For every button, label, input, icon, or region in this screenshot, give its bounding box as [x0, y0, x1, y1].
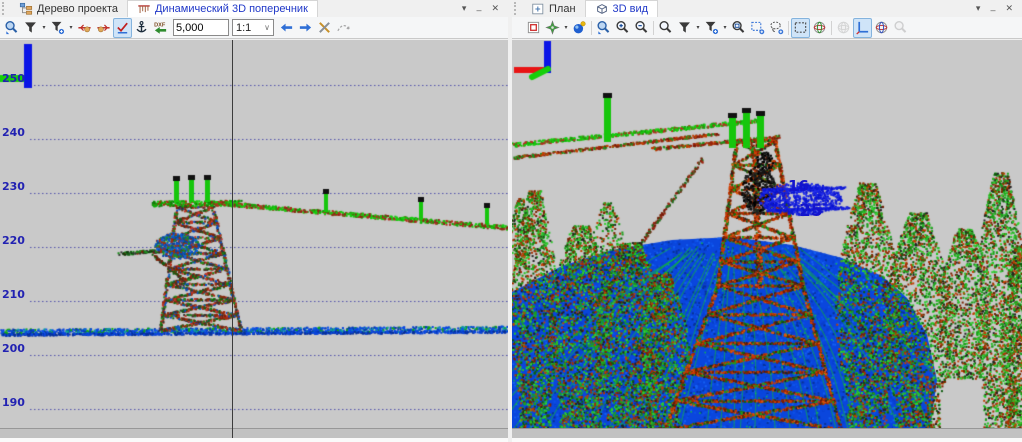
view-3d-canvas[interactable] [512, 40, 1022, 429]
application-window: Дерево проекта Динамический 3D поперечни… [0, 0, 1022, 442]
section-cursor-line[interactable] [232, 40, 233, 438]
point-display-icon[interactable] [570, 18, 589, 38]
smoothing-curve-icon[interactable] [334, 18, 353, 38]
minimize-icon[interactable]: – [990, 6, 995, 15]
view-3d-tabbar: План 3D вид ▾ – ✕ [512, 0, 1022, 17]
zoom-in-icon[interactable] [613, 18, 632, 38]
zoom-selection-icon[interactable] [729, 18, 748, 38]
annotation-label: 16 [788, 177, 809, 195]
tab-dynamic-cross-section[interactable]: Динамический 3D поперечник [127, 0, 318, 17]
scale-ratio-value: 1:1 [236, 22, 251, 34]
view-3d-panel: План 3D вид ▾ – ✕ ▾▾▾ 1625 [512, 0, 1022, 442]
measure-left-edge-icon[interactable] [75, 18, 94, 38]
cross-section-view-canvas[interactable] [0, 40, 508, 429]
horizontal-scrollbar[interactable] [0, 428, 508, 438]
close-icon[interactable]: ✕ [491, 4, 499, 13]
view-3d-toolbar: ▾ ▾ ▾ [512, 17, 1022, 39]
cross-section-viewport: 250 240 230 220 210 200 190 [0, 40, 508, 429]
tab-label: Динамический 3D поперечник [155, 3, 308, 15]
elevation-label: 230 [2, 180, 25, 193]
zoom-extents-icon[interactable] [791, 18, 810, 38]
panel-footer [0, 438, 508, 442]
panel-drag-grip[interactable] [514, 2, 520, 15]
elevation-label: 190 [2, 396, 25, 409]
select-rectangle-add-icon[interactable] [748, 18, 767, 38]
toolbar-separator [653, 21, 654, 35]
clip-box-icon[interactable] [524, 18, 543, 38]
filter-add-dropdown-icon[interactable]: ▾ [721, 24, 729, 31]
filter-icon[interactable] [21, 18, 40, 38]
tab-label: План [549, 3, 576, 15]
axes-view-icon[interactable] [853, 18, 872, 38]
cross-section-toolbar: ▾ ▾ 1:1 ∨ [0, 17, 508, 39]
section-width-input[interactable] [173, 19, 229, 36]
zoom-dynamic-icon[interactable] [594, 18, 613, 38]
tab-label: 3D вид [613, 3, 649, 15]
zoom-window-icon[interactable] [656, 18, 675, 38]
minimize-icon[interactable]: – [476, 6, 481, 15]
window-controls: ▾ – ✕ [976, 0, 1022, 17]
orbit-view-icon[interactable] [810, 18, 829, 38]
elevation-label: 220 [2, 234, 25, 247]
select-lasso-add-icon[interactable] [767, 18, 786, 38]
elevation-label: 240 [2, 126, 25, 139]
dxf-export-icon[interactable] [151, 18, 170, 38]
next-section-icon[interactable] [296, 18, 315, 38]
elevation-label: 250 [2, 72, 25, 85]
filter-add-icon[interactable] [48, 18, 67, 38]
horizontal-scrollbar[interactable] [512, 428, 1022, 438]
anchor-icon[interactable] [132, 18, 151, 38]
tab-label: Дерево проекта [37, 3, 118, 15]
filter-add-dropdown-icon[interactable]: ▾ [67, 24, 75, 31]
plan-icon [531, 2, 545, 16]
annotation-label: 25 [799, 201, 823, 221]
cross-section-panel: Дерево проекта Динамический 3D поперечни… [0, 0, 508, 442]
chevron-down-icon: ∨ [264, 23, 270, 32]
previous-section-icon[interactable] [277, 18, 296, 38]
zoom-dynamic-icon[interactable] [2, 18, 21, 38]
filter-dropdown-icon[interactable]: ▾ [694, 24, 702, 31]
free-orbit-icon[interactable] [834, 18, 853, 38]
zoom-locked-icon[interactable] [891, 18, 910, 38]
zoom-out-icon[interactable] [632, 18, 651, 38]
toolbar-separator [591, 21, 592, 35]
elevation-label: 210 [2, 288, 25, 301]
settings-tools-icon[interactable] [315, 18, 334, 38]
measure-right-edge-icon[interactable] [94, 18, 113, 38]
close-icon[interactable]: ✕ [1005, 4, 1013, 13]
rotation-mode-dropdown-icon[interactable]: ▾ [562, 24, 570, 31]
elevation-label: 200 [2, 342, 25, 355]
apply-section-toggle-icon[interactable] [113, 18, 132, 38]
project-tree-icon [19, 2, 33, 16]
cross-section-tabbar: Дерево проекта Динамический 3D поперечни… [0, 0, 508, 17]
view-3d-icon [595, 2, 609, 16]
toolbar-separator [788, 21, 789, 35]
tab-3d-view[interactable]: 3D вид [585, 0, 659, 17]
view-3d-viewport: 1625 [512, 40, 1022, 429]
panel-drag-grip[interactable] [2, 2, 8, 15]
filter-add-icon[interactable] [702, 18, 721, 38]
filter-dropdown-icon[interactable]: ▾ [40, 24, 48, 31]
panel-footer [512, 438, 1022, 442]
panel-menu-icon[interactable]: ▾ [976, 4, 981, 13]
panel-menu-icon[interactable]: ▾ [462, 4, 467, 13]
scale-ratio-select[interactable]: 1:1 ∨ [232, 19, 274, 36]
filter-icon[interactable] [675, 18, 694, 38]
cross-section-icon [137, 2, 151, 16]
window-controls: ▾ – ✕ [462, 0, 508, 17]
toolbar-separator [831, 21, 832, 35]
rotation-mode-icon[interactable] [543, 18, 562, 38]
tab-project-tree[interactable]: Дерево проекта [10, 0, 127, 17]
orbit-z-icon[interactable] [872, 18, 891, 38]
tab-plan[interactable]: План [522, 0, 585, 17]
